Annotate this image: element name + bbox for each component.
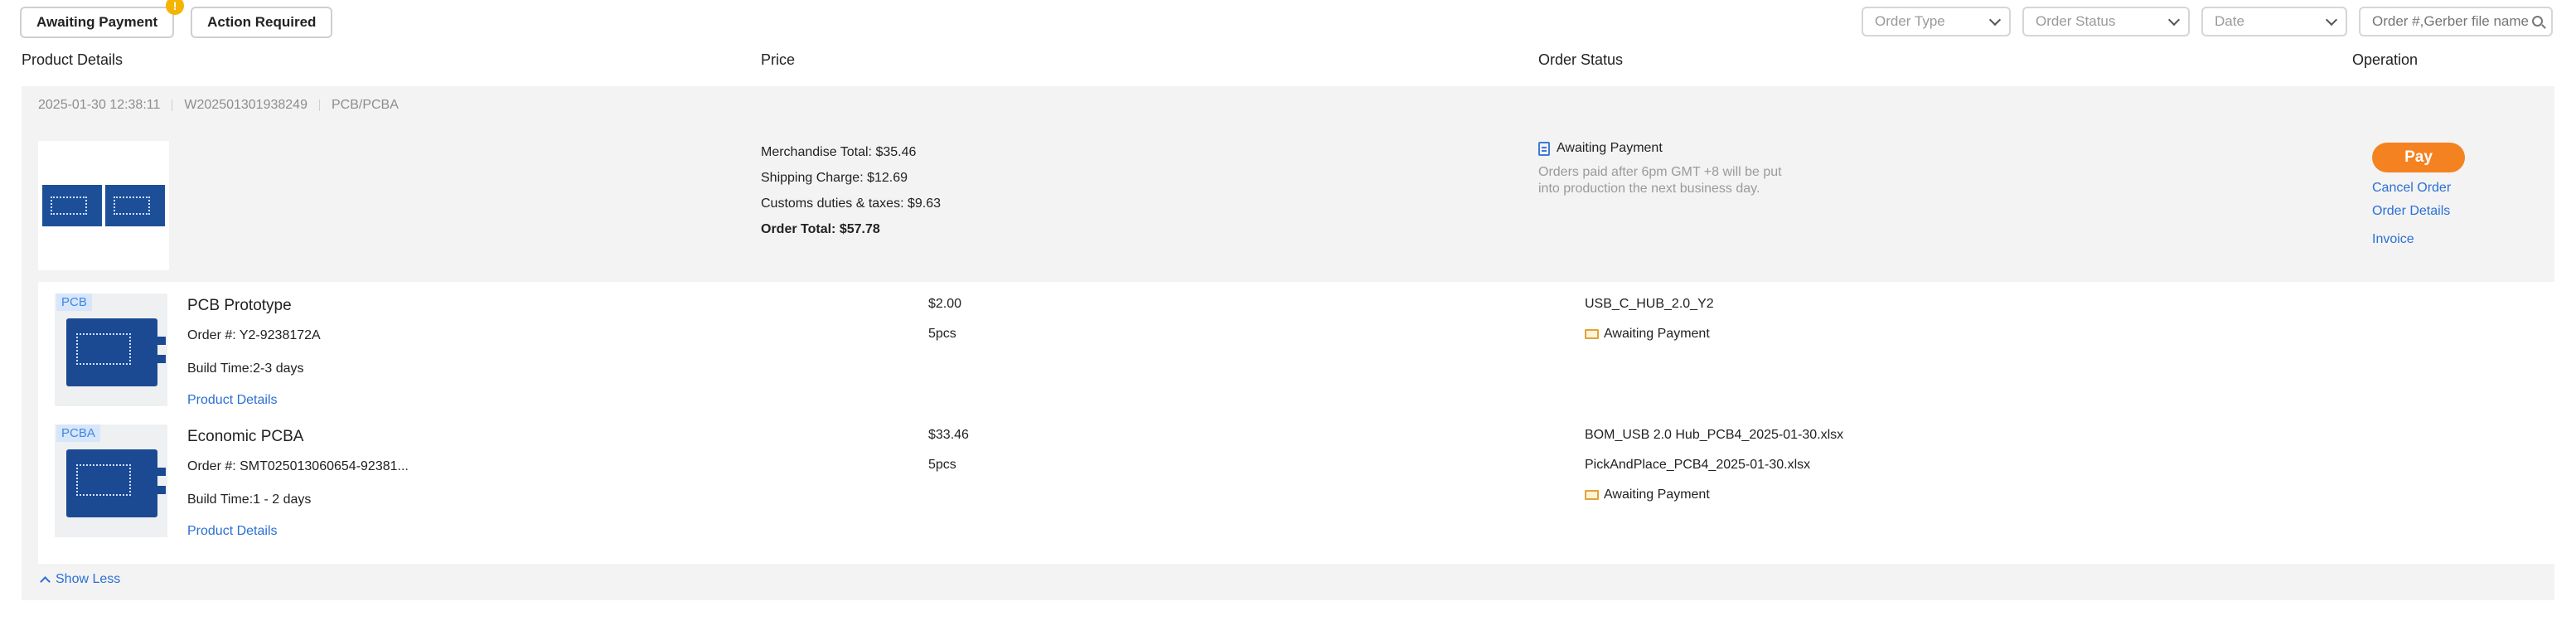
- folder-icon: [1585, 329, 1599, 339]
- order-items: PCB PCB Prototype Order #: Y2-9238172A B…: [38, 282, 2554, 564]
- product-order-number: Order #: SMT025013060654-92381...: [187, 459, 409, 473]
- order-type: PCB/PCBA: [331, 98, 399, 112]
- product-title: PCB Prototype: [187, 297, 292, 314]
- shipping-charge: Shipping Charge: $12.69: [761, 171, 908, 185]
- divider: [318, 99, 320, 111]
- invoice-link[interactable]: Invoice: [2372, 232, 2465, 247]
- date-select-label: Date: [2215, 13, 2244, 29]
- product-details-link[interactable]: Product Details: [187, 393, 278, 408]
- tab-action-required[interactable]: Action Required: [191, 7, 333, 38]
- chevron-up-icon: [40, 576, 51, 587]
- production-note: Orders paid after 6pm GMT +8 will be put…: [1538, 165, 1782, 196]
- cancel-order-link[interactable]: Cancel Order: [2372, 181, 2465, 196]
- search-icon[interactable]: [2532, 16, 2543, 27]
- bom-file-name: BOM_USB 2.0 Hub_PCB4_2025-01-30.xlsx: [1585, 428, 1844, 442]
- chevron-down-icon: [2167, 13, 2181, 27]
- column-header-price: Price: [761, 51, 796, 68]
- order-type-select[interactable]: Order Type: [1862, 7, 2011, 36]
- product-title: Economic PCBA: [187, 428, 304, 445]
- list-item: PCB PCB Prototype Order #: Y2-9238172A B…: [38, 282, 2554, 408]
- order-tabs: Awaiting Payment ! Action Required: [20, 0, 333, 38]
- item-status: Awaiting Payment: [1585, 327, 1710, 342]
- filter-bar: Order Type Order Status Date: [1862, 7, 2553, 36]
- pcba-image: [105, 185, 165, 226]
- item-status-text: Awaiting Payment: [1604, 327, 1710, 341]
- order-type-select-label: Order Type: [1875, 13, 1945, 29]
- pcba-image: [66, 449, 166, 517]
- file-name: USB_C_HUB_2.0_Y2: [1585, 297, 1714, 311]
- order-total: Order Total: $57.78: [761, 222, 880, 236]
- column-header-operation: Operation: [2352, 51, 2419, 68]
- item-status-text: Awaiting Payment: [1604, 488, 1710, 502]
- order-thumbnail: [38, 141, 169, 270]
- pcb-image: [66, 318, 166, 386]
- build-time: Build Time:2-3 days: [187, 361, 304, 376]
- chevron-down-icon: [1988, 13, 2002, 27]
- order-card: 2025-01-30 12:38:11 W202501301938249 PCB…: [22, 86, 2554, 600]
- column-header-product-details: Product Details: [22, 51, 123, 68]
- search-box: [2359, 7, 2553, 36]
- tab-awaiting-payment[interactable]: Awaiting Payment !: [20, 0, 185, 38]
- order-datetime: 2025-01-30 12:38:11: [38, 98, 161, 112]
- order-status: Awaiting Payment Orders paid after 6pm G…: [1538, 141, 1795, 197]
- tab-awaiting-payment-label: Awaiting Payment: [36, 14, 158, 30]
- item-price: $2.00: [928, 297, 962, 311]
- product-details-link[interactable]: Product Details: [187, 524, 278, 539]
- pcb-image: [42, 185, 102, 226]
- build-time: Build Time:1 - 2 days: [187, 492, 312, 507]
- list-item: PCBA Economic PCBA Order #: SMT025013060…: [38, 413, 2554, 539]
- tab-action-required-label: Action Required: [207, 14, 317, 30]
- product-tag: PCBA: [56, 425, 100, 442]
- order-status-select-label: Order Status: [2036, 13, 2116, 29]
- date-select[interactable]: Date: [2201, 7, 2347, 36]
- order-id: W202501301938249: [184, 98, 307, 112]
- product-order-number: Order #: Y2-9238172A: [187, 328, 321, 342]
- search-input[interactable]: [2372, 8, 2530, 35]
- item-quantity: 5pcs: [928, 458, 956, 472]
- order-status-select[interactable]: Order Status: [2022, 7, 2190, 36]
- folder-icon: [1585, 490, 1599, 500]
- chevron-down-icon: [2325, 13, 2338, 27]
- product-tag: PCB: [56, 294, 92, 311]
- item-price: $33.46: [928, 428, 969, 442]
- pay-button[interactable]: Pay: [2372, 143, 2465, 172]
- order-details-link[interactable]: Order Details: [2372, 204, 2465, 219]
- status-text: Awaiting Payment: [1557, 141, 1663, 155]
- document-icon: [1538, 141, 1550, 156]
- status-line: Awaiting Payment: [1538, 141, 1795, 156]
- order-meta: 2025-01-30 12:38:11 W202501301938249 PCB…: [38, 98, 399, 113]
- merchandise-total: Merchandise Total: $35.46: [761, 145, 917, 159]
- item-quantity: 5pcs: [928, 327, 956, 341]
- show-less-label: Show Less: [56, 572, 121, 586]
- notification-badge: !: [166, 0, 185, 15]
- item-status: Awaiting Payment: [1585, 488, 1710, 502]
- customs-duties: Customs duties & taxes: $9.63: [761, 196, 941, 211]
- pick-and-place-file-name: PickAndPlace_PCB4_2025-01-30.xlsx: [1585, 458, 1811, 472]
- column-header-order-status: Order Status: [1538, 51, 1624, 68]
- show-less-toggle[interactable]: Show Less: [40, 572, 121, 587]
- price-summary: Merchandise Total: $35.46 Shipping Charg…: [761, 139, 941, 242]
- operations: Pay Cancel Order Order Details Invoice: [2372, 143, 2465, 247]
